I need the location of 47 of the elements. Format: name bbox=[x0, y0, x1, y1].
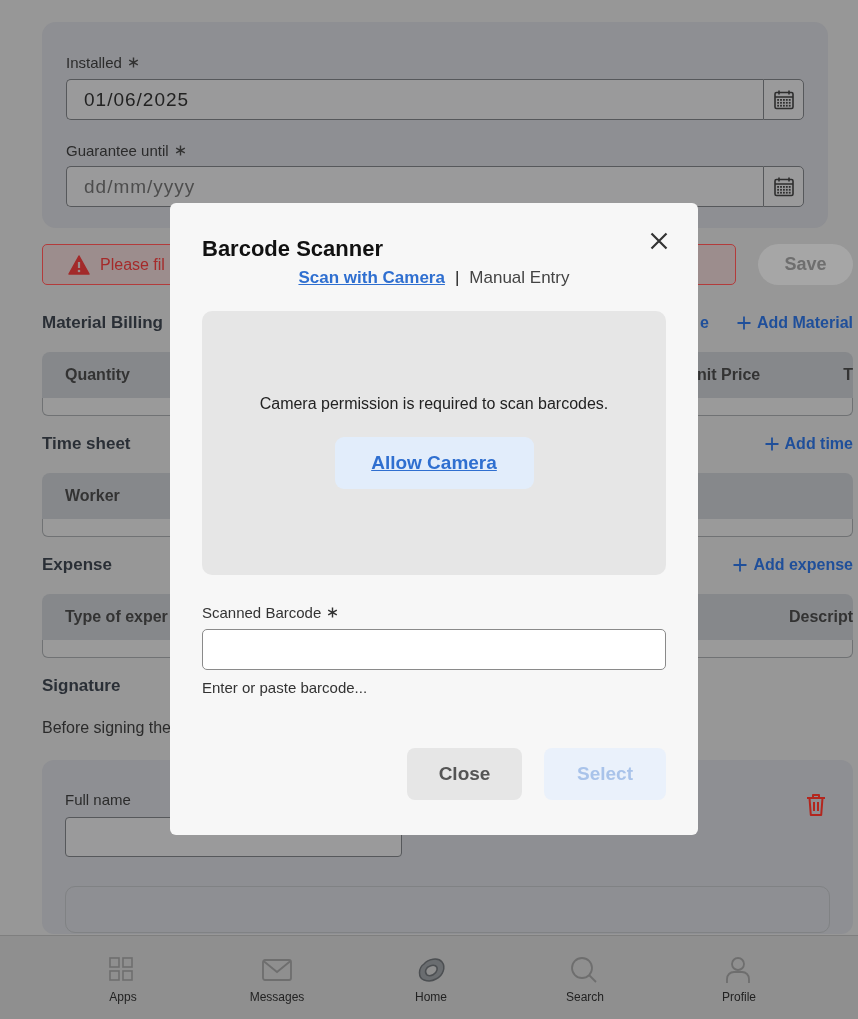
column-header: Descript bbox=[788, 608, 853, 626]
calendar-button[interactable] bbox=[763, 166, 804, 207]
section-link[interactable]: e bbox=[700, 314, 709, 332]
barcode-field[interactable] bbox=[202, 629, 666, 670]
column-header: Worker bbox=[65, 487, 120, 505]
field-label: Installed bbox=[66, 53, 122, 71]
warning-icon bbox=[68, 254, 90, 275]
tab-separator: | bbox=[454, 267, 460, 289]
nav-tab[interactable]: Search bbox=[510, 936, 660, 1019]
date-field[interactable]: 01/06/2025 bbox=[66, 79, 763, 120]
nav-tab[interactable]: Profile bbox=[664, 936, 814, 1019]
close-icon bbox=[650, 232, 668, 250]
signature-description: Before signing the bbox=[42, 718, 172, 738]
field-hint: Enter or paste barcode... bbox=[202, 679, 369, 696]
mode-tab[interactable]: Scan with Camera bbox=[298, 267, 445, 289]
trash-icon bbox=[806, 793, 826, 817]
close-button[interactable] bbox=[648, 230, 670, 252]
field-label: Full name bbox=[65, 791, 132, 809]
add-link[interactable]: Add Material bbox=[737, 314, 853, 332]
calendar-icon bbox=[772, 175, 795, 198]
nav-tab[interactable]: Home bbox=[356, 936, 506, 1019]
field-label: Guarantee until bbox=[66, 141, 169, 159]
nav-tab[interactable]: Apps bbox=[48, 936, 198, 1019]
column-header: T bbox=[843, 366, 853, 384]
close-dialog-button[interactable]: Close bbox=[407, 748, 522, 800]
add-link[interactable]: Add time bbox=[764, 435, 853, 453]
plus-icon bbox=[737, 316, 751, 330]
mode-tab[interactable]: Manual Entry bbox=[469, 267, 570, 289]
column-header: Type of exper bbox=[65, 608, 168, 626]
add-link[interactable]: Add expense bbox=[733, 556, 853, 574]
allow-camera-button[interactable]: Allow Camera bbox=[334, 437, 534, 489]
plus-icon bbox=[764, 437, 779, 451]
calendar-button[interactable] bbox=[763, 79, 804, 120]
section-title: Material Billing bbox=[42, 313, 163, 333]
calendar-icon bbox=[772, 88, 795, 111]
nav-tab[interactable]: Messages bbox=[202, 936, 352, 1019]
column-header: nit Price bbox=[697, 366, 761, 384]
field-label: Scanned Barcode bbox=[202, 603, 322, 621]
camera-message: Camera permission is required to scan barcodes. bbox=[259, 395, 609, 413]
section-title: Expense bbox=[42, 555, 112, 575]
section-title: Time sheet bbox=[42, 434, 131, 454]
plus-icon bbox=[733, 558, 748, 572]
section-title: Signature bbox=[42, 676, 121, 696]
date-field[interactable]: dd/mm/yyyy bbox=[66, 166, 763, 207]
error-message: Please fil bbox=[100, 255, 165, 274]
dialog-title: Barcode Scanner bbox=[202, 235, 383, 263]
column-header: Quantity bbox=[65, 366, 130, 384]
